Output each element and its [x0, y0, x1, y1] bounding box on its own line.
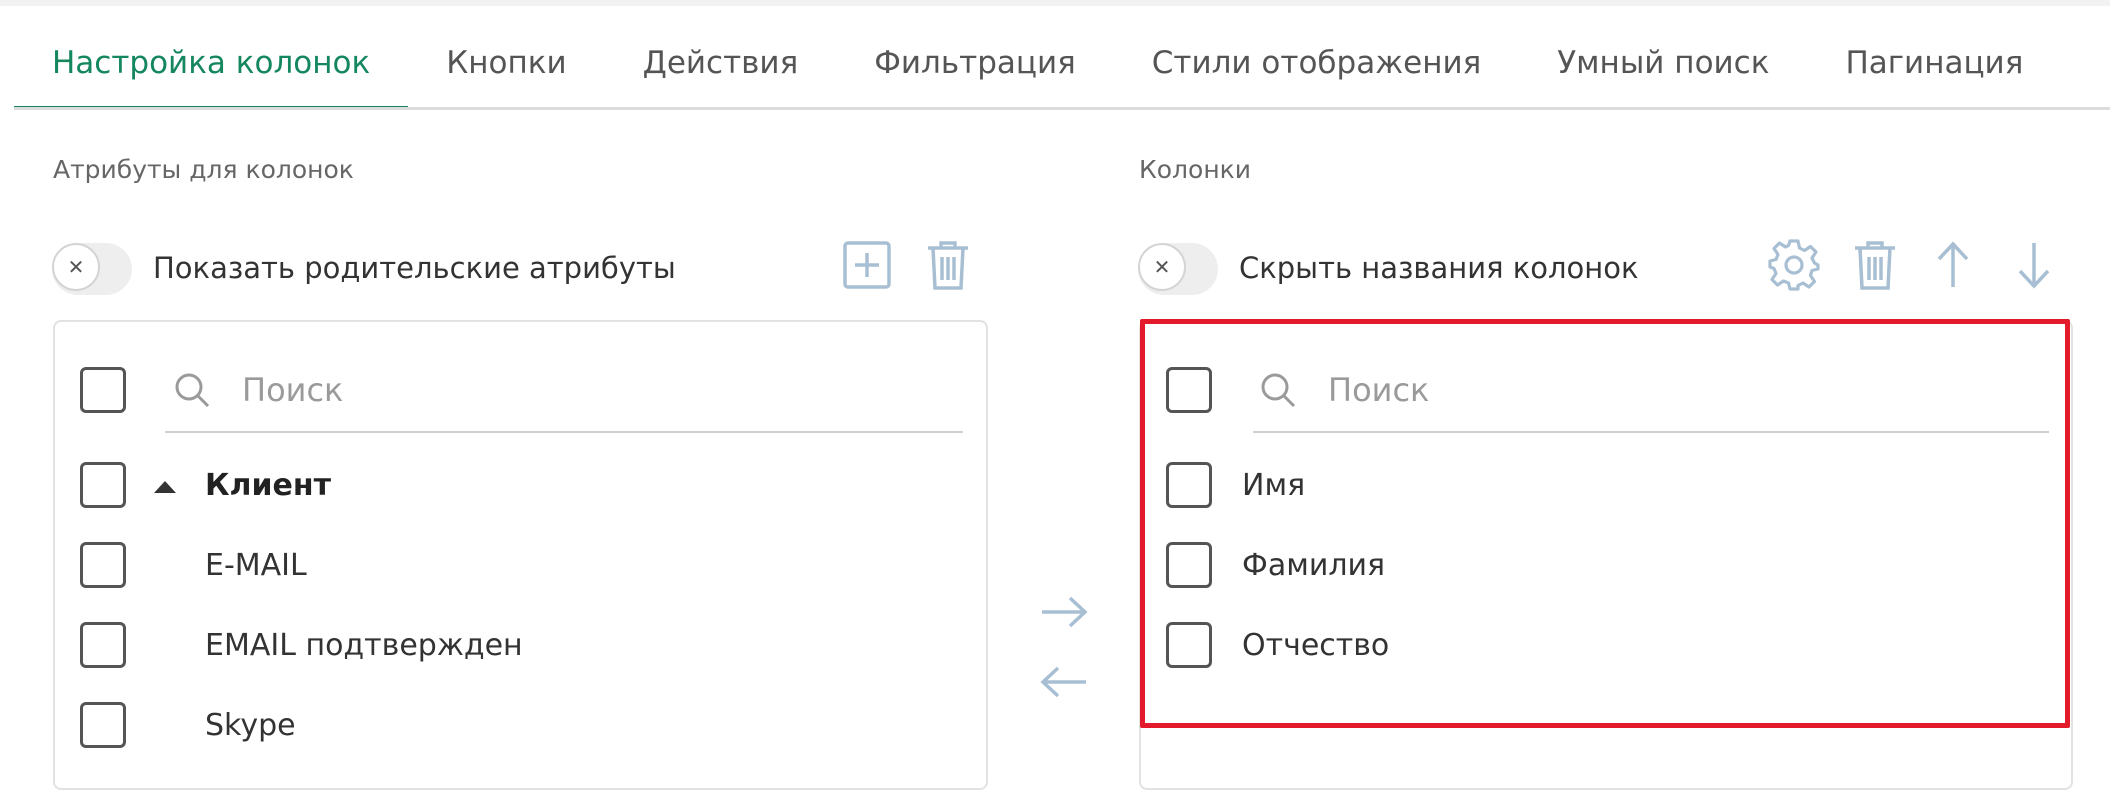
plus-square-icon	[843, 241, 891, 289]
list-item: Отчество	[1242, 628, 1390, 663]
delete-attribute-button[interactable]	[920, 237, 976, 293]
list-item-checkbox[interactable]	[80, 622, 126, 668]
gear-icon	[1768, 239, 1820, 291]
show-parent-attributes-label: Показать родительские атрибуты	[153, 251, 676, 285]
search-underline	[165, 431, 963, 433]
tab-smart-search[interactable]: Умный поиск	[1519, 28, 1807, 110]
search-icon	[175, 373, 210, 408]
group-label: Клиент	[205, 468, 331, 503]
arrow-down-icon	[2018, 243, 2050, 289]
columns-section-title: Колонки	[1139, 155, 1252, 184]
attributes-search-input[interactable]	[242, 365, 942, 415]
close-icon: ✕	[52, 243, 100, 291]
move-down-button[interactable]	[2006, 237, 2062, 293]
column-settings-button[interactable]	[1766, 237, 1822, 293]
select-all-attributes-checkbox[interactable]	[80, 367, 126, 413]
columns-search-input[interactable]	[1328, 365, 2028, 415]
list-item-checkbox[interactable]	[80, 542, 126, 588]
tabs-divider	[14, 107, 2110, 110]
attributes-section-title: Атрибуты для колонок	[53, 155, 354, 184]
list-item-checkbox[interactable]	[1166, 462, 1212, 508]
trash-icon	[1855, 241, 1895, 290]
show-parent-attributes-toggle[interactable]: ✕	[52, 243, 132, 295]
select-all-columns-checkbox[interactable]	[1166, 367, 1212, 413]
list-item-checkbox[interactable]	[1166, 622, 1212, 668]
tab-filtering[interactable]: Фильтрация	[836, 28, 1114, 110]
group-checkbox[interactable]	[80, 462, 126, 508]
list-item-checkbox[interactable]	[1166, 542, 1212, 588]
trash-icon	[928, 241, 968, 290]
search-icon	[1261, 373, 1296, 408]
tab-display-styles[interactable]: Стили отображения	[1114, 28, 1520, 110]
tab-pagination[interactable]: Пагинация	[1807, 28, 2061, 110]
add-attribute-button[interactable]	[839, 237, 895, 293]
close-icon: ✕	[1138, 243, 1186, 291]
hide-column-names-toggle[interactable]: ✕	[1138, 243, 1218, 295]
move-right-button[interactable]	[1036, 584, 1092, 640]
arrow-right-icon	[1042, 596, 1088, 628]
delete-column-button[interactable]	[1847, 237, 1903, 293]
arrow-up-icon	[1937, 241, 1969, 287]
tab-column-settings[interactable]: Настройка колонок	[14, 28, 409, 110]
list-item: E-MAIL	[205, 548, 307, 583]
list-item: Имя	[1242, 468, 1306, 503]
move-left-button[interactable]	[1036, 654, 1092, 710]
caret-up-icon[interactable]	[154, 481, 176, 493]
list-item: Skype	[205, 708, 296, 743]
tab-buttons[interactable]: Кнопки	[408, 28, 604, 110]
top-edge	[0, 0, 2110, 6]
arrow-left-icon	[1040, 666, 1086, 698]
list-item: EMAIL подтвержден	[205, 628, 523, 663]
search-underline	[1253, 431, 2049, 433]
list-item: Фамилия	[1242, 548, 1386, 583]
list-item-checkbox[interactable]	[80, 702, 126, 748]
tab-actions[interactable]: Действия	[605, 28, 837, 110]
hide-column-names-label: Скрыть названия колонок	[1239, 251, 1639, 285]
tab-bar: Настройка колонок Кнопки Действия Фильтр…	[14, 28, 2061, 110]
move-up-button[interactable]	[1925, 237, 1981, 293]
